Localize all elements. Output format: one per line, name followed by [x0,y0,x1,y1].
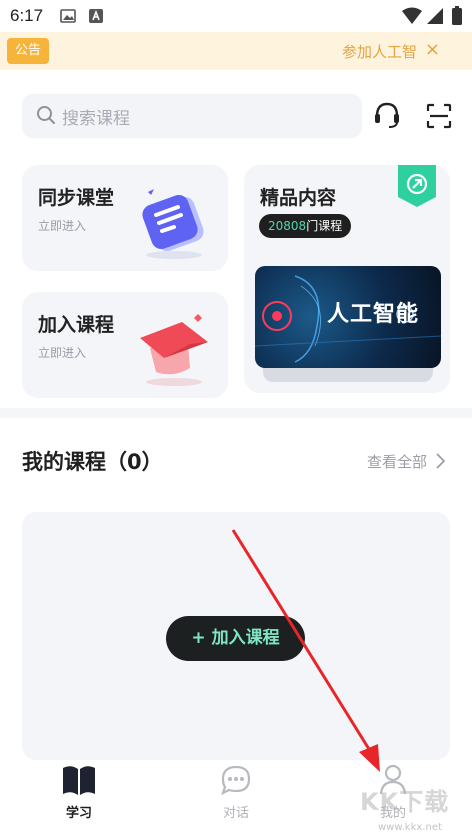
annotation-arrow [231,529,380,772]
